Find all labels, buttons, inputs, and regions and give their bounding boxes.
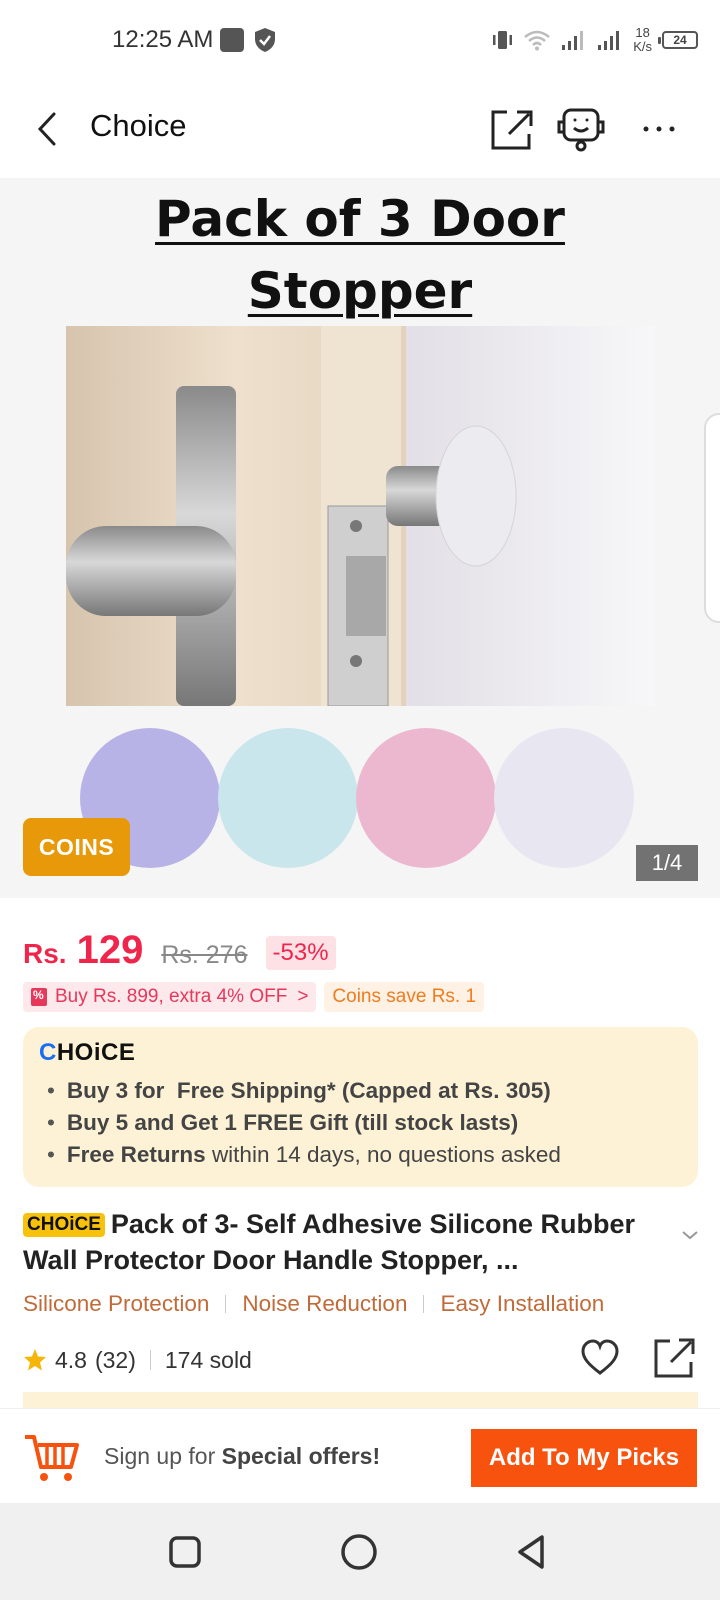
price-currency: Rs. (23, 938, 67, 969)
coins-badge: COINS (23, 818, 130, 876)
signup-bold: Special offers! (221, 1443, 381, 1469)
page-title: Choice (90, 108, 187, 143)
current-price: 129 (76, 928, 144, 972)
vibrate-icon (493, 31, 513, 49)
chevron-right-icon: > (297, 986, 309, 1007)
rating-divider (149, 1350, 151, 1370)
notification-app-icon (220, 28, 244, 52)
system-nav-bar (0, 1503, 720, 1600)
benefit-free-gift: Buy 5 and Get 1 FREE Gift (till stock la… (39, 1107, 682, 1139)
sold-count: 174 sold (164, 1346, 252, 1373)
battery-indicator: 24 (658, 31, 698, 49)
coupon-icon (31, 988, 47, 1006)
signup-prompt[interactable]: Sign up for Special offers! (104, 1443, 380, 1470)
original-price: Rs. 276 (161, 941, 248, 969)
back-arrow-icon[interactable] (30, 106, 70, 152)
product-image-carousel[interactable]: Pack of 3 Door Stopper COINS 1/4 (0, 178, 720, 898)
promo-tags: Buy Rs. 899, extra 4% OFF > Coins save R… (23, 982, 485, 1012)
feature-easy-installation: Easy Installation (440, 1291, 605, 1316)
choice-pill-badge: CHOiCE (23, 1213, 105, 1237)
stopper-colors-row (80, 728, 634, 868)
choice-logo-c: C (39, 1039, 57, 1066)
benefit-free-shipping: Buy 3 for Free Shipping* (Capped at Rs. … (39, 1075, 682, 1107)
status-bar: 12:25 AM 18 K/s 24 (0, 0, 720, 80)
signup-prefix: Sign up for (104, 1443, 222, 1469)
product-title-text: Pack of 3- Self Adhesive Silicone Rubber… (23, 1209, 636, 1275)
home-circle-icon[interactable] (338, 1531, 380, 1573)
add-to-my-picks-button[interactable]: Add To My Picks (471, 1429, 697, 1487)
rating-row[interactable]: 4.8 (32) 174 sold (23, 1342, 252, 1378)
recents-square-icon[interactable] (164, 1531, 206, 1573)
status-right-group: 18 K/s 24 (491, 22, 698, 58)
feature-divider (225, 1295, 227, 1313)
door-handle-photo (66, 326, 654, 706)
share-icon[interactable] (487, 104, 537, 154)
image-title-line-2: Stopper (247, 262, 473, 320)
feature-silicone-protection: Silicone Protection (23, 1291, 210, 1316)
benefit-text: Buy 5 and Get 1 FREE Gift (till stock la… (66, 1110, 519, 1135)
choice-logo-text: HOiCE (56, 1039, 136, 1066)
shield-icon (255, 28, 275, 52)
wishlist-heart-icon[interactable] (580, 1338, 620, 1378)
signal-icon-2 (598, 31, 620, 50)
discount-badge: -53% (265, 936, 336, 970)
benefit-text-rest: within 14 days, no questions asked (211, 1142, 561, 1167)
review-count: (32) (94, 1346, 136, 1373)
stopper-3 (494, 728, 634, 868)
network-speed: 18 K/s (633, 26, 652, 54)
promo-strip (23, 1392, 698, 1408)
coins-save-tag: Coins save Rs. 1 (324, 982, 485, 1012)
extra-off-promo[interactable]: Buy Rs. 899, extra 4% OFF > (23, 982, 317, 1012)
feature-noise-reduction: Noise Reduction (242, 1291, 408, 1316)
price-row: Rs. 129 Rs. 276 -53% (23, 928, 336, 978)
more-options-icon[interactable] (636, 104, 686, 154)
benefit-free-returns: Free Returns within 14 days, no question… (39, 1139, 682, 1171)
image-title-line-1: Pack of 3 Door (155, 190, 565, 248)
network-speed-unit: K/s (633, 39, 652, 54)
image-counter: 1/4 (636, 845, 698, 881)
stopper-1 (218, 728, 358, 868)
wifi-icon (524, 30, 551, 51)
choice-benefits-box[interactable]: CHOiCE Buy 3 for Free Shipping* (Capped … (23, 1027, 698, 1187)
benefit-text: Free Returns (66, 1142, 212, 1167)
back-triangle-icon[interactable] (512, 1531, 554, 1573)
signal-icon-1 (562, 31, 584, 50)
customer-service-icon[interactable] (556, 104, 606, 154)
benefit-text: Buy 3 for Free Shipping* (Capped at Rs. … (66, 1078, 551, 1103)
feature-tags: Silicone Protection Noise Reduction Easy… (23, 1288, 604, 1320)
rating-value: 4.8 (55, 1346, 87, 1373)
choice-benefits-list: Buy 3 for Free Shipping* (Capped at Rs. … (39, 1075, 682, 1171)
bottom-action-bar: Sign up for Special offers! Add To My Pi… (0, 1408, 720, 1503)
side-drawer-tab[interactable] (704, 413, 720, 623)
network-speed-value: 18 (635, 25, 650, 40)
share-icon-2[interactable] (653, 1337, 695, 1379)
feature-divider (423, 1295, 425, 1313)
product-title[interactable]: CHOiCE Pack of 3- Self Adhesive Silicone … (23, 1206, 673, 1278)
star-icon (24, 1349, 46, 1371)
top-nav-header: Choice (0, 80, 720, 178)
stopper-2 (356, 728, 496, 868)
chevron-down-icon[interactable] (680, 1228, 700, 1242)
extra-off-label: Buy Rs. 899, extra 4% OFF (55, 986, 288, 1007)
cart-icon[interactable] (22, 1427, 82, 1487)
status-time: 12:25 AM (112, 26, 214, 53)
choice-logo: CHOiCE (39, 1039, 682, 1069)
